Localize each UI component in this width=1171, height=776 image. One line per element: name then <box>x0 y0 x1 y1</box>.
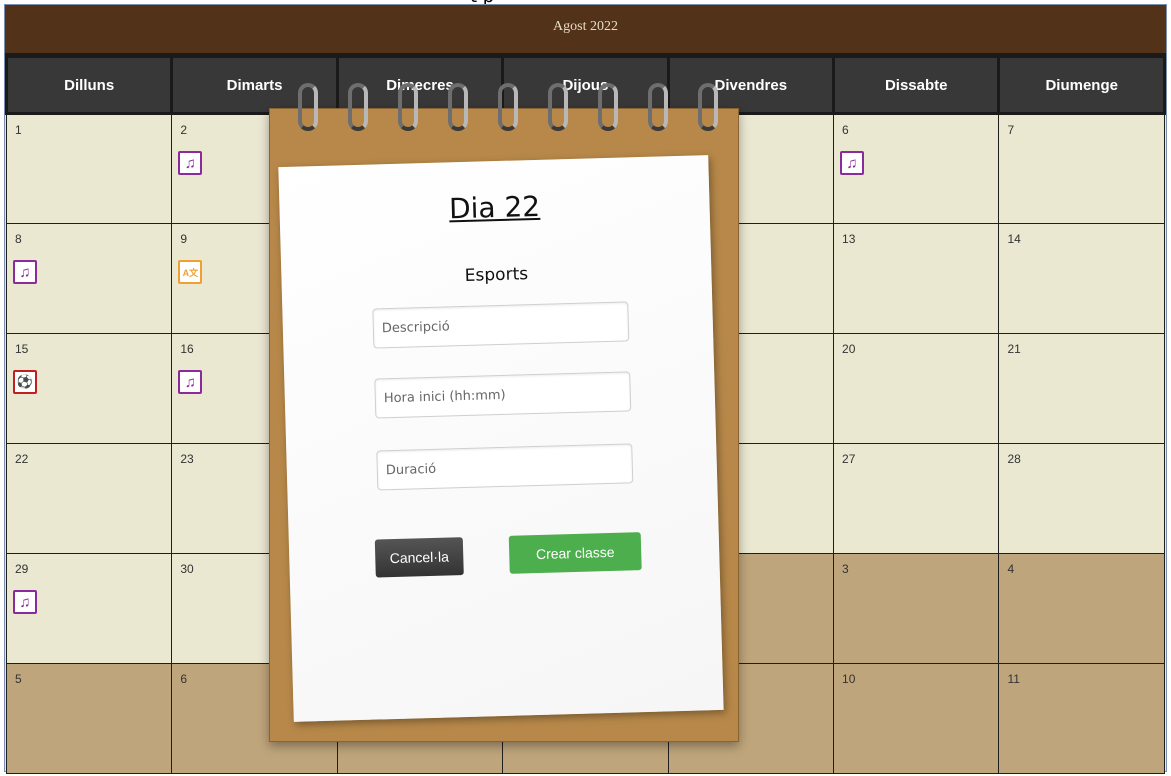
day-number: 6 <box>842 123 849 137</box>
day-number: 3 <box>842 562 849 576</box>
modal-category: Esports <box>464 264 529 286</box>
music-note-icon[interactable]: ♫ <box>13 260 37 284</box>
calendar-day-cell[interactable]: 3 <box>833 553 1000 664</box>
music-note-icon[interactable]: ♫ <box>840 151 865 175</box>
description-input[interactable] <box>372 301 630 349</box>
day-number: 1 <box>15 123 22 137</box>
day-number: 13 <box>842 232 856 246</box>
music-note-icon[interactable]: ♫ <box>178 151 203 175</box>
day-number: 22 <box>15 452 29 466</box>
calendar-day-cell[interactable]: 6 ♫ <box>833 113 1000 224</box>
calendar-day-cell[interactable]: 1 <box>5 113 173 224</box>
day-number: 14 <box>1007 232 1021 246</box>
calendar-day-cell[interactable]: 27 <box>833 443 1000 554</box>
calendar-day-cell[interactable]: 15 ⚽ <box>5 333 173 444</box>
day-number: 29 <box>15 562 29 576</box>
duration-input[interactable] <box>376 443 634 491</box>
calendar-day-cell[interactable]: 22 <box>5 443 173 554</box>
modal-day-title: Dia 22 <box>448 189 541 226</box>
day-number: 27 <box>842 452 856 466</box>
calendar-day-cell[interactable]: 11 <box>998 663 1165 774</box>
music-note-icon[interactable]: ♫ <box>13 590 37 614</box>
calendar-day-cell[interactable]: 14 <box>998 223 1165 334</box>
calendar-day-cell[interactable]: 20 <box>833 333 1000 444</box>
month-title: Agost 2022 <box>5 5 1166 53</box>
notebook-ring-icon <box>548 83 568 131</box>
day-number: 15 <box>15 342 29 356</box>
language-class-icon[interactable]: A文 <box>178 260 203 284</box>
day-number: 7 <box>1007 123 1015 137</box>
sports-icon[interactable]: ⚽ <box>13 370 37 394</box>
calendar-day-cell[interactable]: 4 <box>998 553 1165 664</box>
day-number: 20 <box>842 342 856 356</box>
day-number: 4 <box>1007 562 1015 576</box>
day-number: 11 <box>1007 672 1020 686</box>
notebook-ring-icon <box>348 83 368 131</box>
notebook-ring-icon <box>698 83 718 131</box>
notebook-ring-icon <box>598 83 618 131</box>
notebook-paper: Dia 22 Esports Cancel·la Crear classe <box>278 155 724 722</box>
calendar-day-cell[interactable]: 8 ♫ <box>5 223 173 334</box>
notebook-ring-icon <box>648 83 668 131</box>
notebook-rings <box>298 83 718 143</box>
day-number: 5 <box>15 672 22 686</box>
calendar-day-cell[interactable]: 28 <box>998 443 1165 554</box>
weekday-header: Diumenge <box>997 53 1166 115</box>
notebook-ring-icon <box>298 83 318 131</box>
class-modal: Dia 22 Esports Cancel·la Crear classe <box>269 83 739 742</box>
create-class-button[interactable]: Crear classe <box>508 532 642 574</box>
day-number: 21 <box>1007 342 1021 356</box>
calendar-day-cell[interactable]: 7 <box>998 113 1165 224</box>
cancel-button[interactable]: Cancel·la <box>374 537 464 578</box>
notebook-ring-icon <box>398 83 418 131</box>
calendar-day-cell[interactable]: 10 <box>833 663 1000 774</box>
calendar-day-cell[interactable]: 13 <box>833 223 1000 334</box>
music-note-icon[interactable]: ♫ <box>178 370 203 394</box>
weekday-header: Dilluns <box>4 53 174 115</box>
calendar-day-cell[interactable]: 21 <box>998 333 1165 444</box>
day-number: 10 <box>842 672 856 686</box>
start-time-input[interactable] <box>374 371 632 419</box>
calendar-day-cell[interactable]: 5 <box>5 663 173 774</box>
notebook-ring-icon <box>498 83 518 131</box>
weekday-header: Dissabte <box>832 53 1001 115</box>
day-number: 8 <box>15 232 22 246</box>
notebook-ring-icon <box>448 83 468 131</box>
calendar-day-cell[interactable]: 29 ♫ <box>5 553 173 664</box>
day-number: 28 <box>1007 452 1021 466</box>
